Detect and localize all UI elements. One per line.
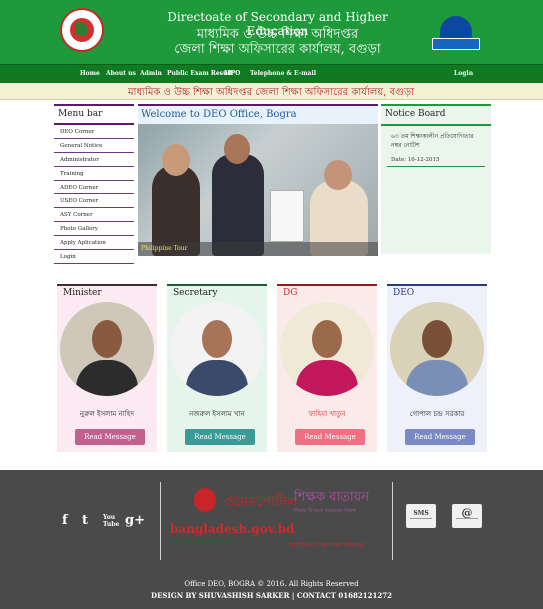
dg-photo	[280, 302, 374, 396]
menu-item-general-notice[interactable]: General Notice	[54, 139, 134, 153]
portal-tagline: বাংলাদেশ জাতীয় তথ্য বাতায়ন	[172, 540, 234, 546]
welcome-title: Welcome to DEO Office, Bogra	[138, 106, 378, 124]
card-person-name: গোপাল চন্দ্র সরকার	[409, 410, 465, 418]
notice-board: Notice Board ৬৩ তম শিক্ষাকালীন প্রতিযোগি…	[381, 104, 491, 254]
card-person-name: নজরুল ইসলাম খান	[189, 410, 245, 418]
person-figure	[212, 154, 264, 256]
deo-photo	[390, 302, 484, 396]
copyright-text: Office DEO, BOGRA © 2016. All Rights Res…	[184, 580, 359, 588]
youtube-icon[interactable]: You Tube	[103, 514, 119, 528]
site-header: Directoate of Secondary and Higher Educa…	[0, 0, 543, 64]
news-ticker-text: মাধ্যমিক ও উচ্চ শিক্ষা অধিদপ্তর জেলা শিক…	[128, 87, 415, 98]
menu-item-training[interactable]: Training	[54, 167, 134, 181]
sms-label: SMS	[413, 510, 429, 517]
facebook-icon[interactable]: f	[62, 513, 68, 528]
portal-site-name: bangladesh.gov.bd	[170, 522, 295, 536]
person-head	[202, 320, 232, 358]
deo-card: DEO গোপাল চন্দ্র সরকার Read Message	[387, 284, 487, 452]
government-seal-logo[interactable]	[60, 8, 104, 52]
directorate-label: মাধ্যমিক ও উচ্চ শিক্ষা অধিদপ্তর	[290, 542, 365, 549]
footer-divider	[392, 482, 393, 560]
person-body	[76, 360, 138, 396]
menu-bar: Menu bar DEO Corner General Notice Admin…	[54, 104, 134, 264]
menu-item-administrator[interactable]: Administrator	[54, 153, 134, 167]
news-ticker: মাধ্যমিক ও উচ্চ শিক্ষা অধিদপ্তর জেলা শিক…	[0, 83, 543, 100]
bangladesh-portal-link[interactable]: ওয়েবপোর্টাল bangladesh.gov.bd বাংলাদেশ …	[170, 484, 300, 560]
slideshow-photo[interactable]: Philippine Tour	[138, 124, 378, 256]
welcome-panel: Welcome to DEO Office, Bogra Philippine …	[138, 104, 378, 256]
menu-item-useo-corner[interactable]: USEO Corner	[54, 194, 134, 209]
twitter-icon[interactable]: t	[82, 513, 88, 528]
person-body	[296, 360, 358, 396]
card-person-name: ফাহিমা খাতুন	[308, 410, 346, 418]
email-icon[interactable]: @	[452, 504, 482, 528]
menu-item-deo-corner[interactable]: DEO Corner	[54, 125, 134, 139]
read-message-button[interactable]: Read Message	[405, 429, 475, 445]
nav-admin[interactable]: Admin	[140, 70, 162, 77]
directorate-logo[interactable]	[432, 10, 480, 54]
slideshow-caption: Philippine Tour	[141, 245, 188, 252]
person-head	[312, 320, 342, 358]
menu-bar-title: Menu bar	[54, 106, 134, 125]
secretary-photo	[170, 302, 264, 396]
nav-login[interactable]: Login	[454, 70, 473, 77]
menu-item-photo-gallery[interactable]: Photo Gallery	[54, 222, 134, 237]
notice-date: Date: 16-12-2015	[391, 157, 440, 163]
minister-photo	[60, 302, 154, 396]
notice-link[interactable]: ৬৩ তম শিক্ষাকালীন প্রতিযোগিতার নম্বর নোট…	[391, 132, 481, 150]
card-role: DEO	[393, 288, 415, 298]
read-message-button[interactable]: Read Message	[295, 429, 365, 445]
person-head	[422, 320, 452, 358]
menu-item-apply-application[interactable]: Apply Aplication	[54, 236, 134, 251]
map-icon	[75, 22, 87, 36]
card-role: Minister	[63, 288, 102, 298]
menu-item-login[interactable]: Login	[54, 250, 134, 264]
teachers-portal-link[interactable]: শিক্ষক বাতায়ন শিক্ষার উৎকর্ষে আমাদের শি…	[290, 488, 390, 564]
dg-card: DG ফাহিমা খাতুন Read Message	[277, 284, 377, 452]
person-head	[162, 144, 190, 176]
nav-about-us[interactable]: About us	[106, 70, 136, 77]
nav-public-exam-result[interactable]: Public Exam Result	[167, 70, 232, 77]
site-footer: f t You Tube g+ ওয়েবপোর্টাল bangladesh.…	[0, 470, 543, 609]
notice-board-title: Notice Board	[381, 106, 491, 126]
secretary-card: Secretary নজরুল ইসলাম খান Read Message	[167, 284, 267, 452]
nav-mpo[interactable]: MPO	[224, 70, 240, 77]
read-message-button[interactable]: Read Message	[185, 429, 255, 445]
menu-item-adeo-corner[interactable]: ADEO Corner	[54, 181, 134, 195]
person-body	[186, 360, 248, 396]
teachers-portal-title: শিক্ষক বাতায়ন	[294, 490, 370, 505]
nav-telephone-email[interactable]: Telephone & E-mail	[250, 70, 316, 77]
person-body	[406, 360, 468, 396]
envelope-flap	[456, 518, 478, 526]
certificate-image	[270, 190, 304, 242]
card-role: Secretary	[173, 288, 218, 298]
person-head	[324, 160, 352, 190]
slideshow-caption-bar: Philippine Tour	[138, 242, 378, 256]
person-head	[224, 134, 250, 164]
card-person-name: নুরুল ইসলাম নাহিদ	[79, 410, 135, 418]
main-nav: Home About us Admin Public Exam Result M…	[0, 64, 543, 83]
footer-divider	[160, 482, 161, 560]
designer-credit: DESIGN BY SHUVASHISH SARKER | CONTACT 01…	[151, 591, 392, 600]
logo-base	[432, 38, 480, 50]
card-role: DG	[283, 288, 298, 298]
envelope-flap	[410, 518, 432, 526]
minister-card: Minister নুরুল ইসলাম নাহিদ Read Message	[57, 284, 157, 452]
person-head	[92, 320, 122, 358]
menu-item-asy-corner[interactable]: ASY Corner	[54, 208, 134, 223]
portal-logo-text: ওয়েবপোর্টাল	[224, 494, 298, 510]
book-icon	[440, 16, 472, 38]
teachers-portal-tagline: শিক্ষার উৎকর্ষে আমাদের শিক্ষক	[294, 508, 356, 514]
nav-home[interactable]: Home	[80, 70, 100, 77]
read-message-button[interactable]: Read Message	[75, 429, 145, 445]
portal-logo-icon	[194, 488, 216, 512]
google-plus-icon[interactable]: g+	[125, 513, 145, 528]
site-subtitle-bangla: জেলা শিক্ষা অফিসারের কার্যালয়, বগুড়া	[174, 42, 381, 57]
notice-divider	[387, 166, 485, 167]
sms-icon[interactable]: SMS	[406, 504, 436, 528]
